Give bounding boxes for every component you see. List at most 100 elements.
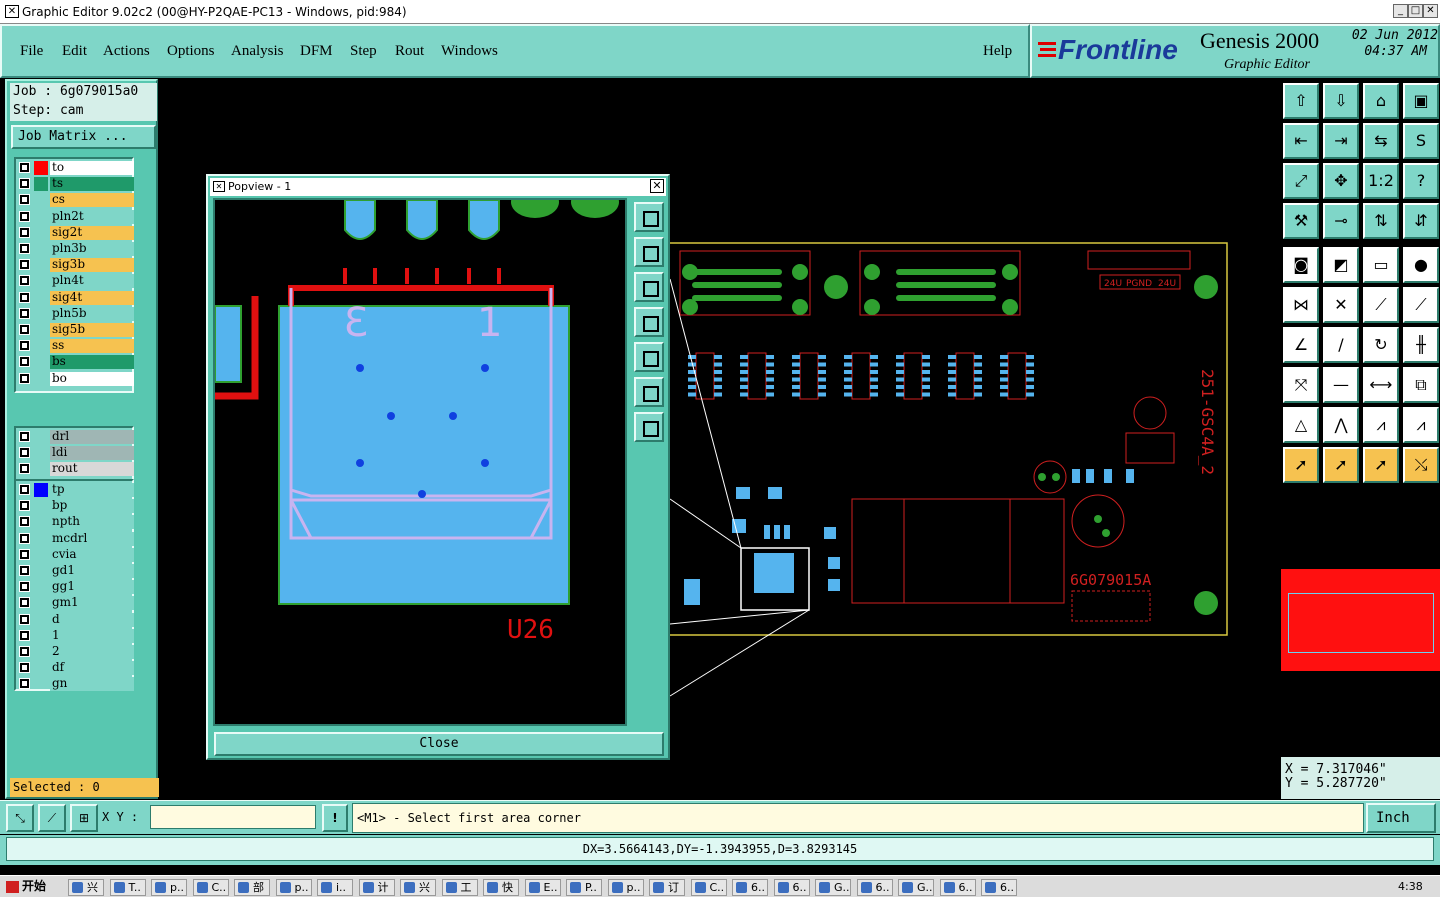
layer-row-gn[interactable]: gn [18, 677, 134, 692]
layer-color-swatch[interactable] [34, 193, 48, 207]
layer-row-sig5b[interactable]: sig5b [18, 323, 134, 337]
layer-checkbox[interactable] [19, 463, 30, 475]
layer-name[interactable]: bo [50, 371, 134, 386]
measure-mode-icon[interactable]: ⟋ [38, 804, 66, 832]
popview-right-button[interactable] [634, 342, 664, 372]
popview-left-button[interactable] [634, 307, 664, 337]
layer-row-sig2t[interactable]: sig2t [18, 225, 134, 240]
triangle-icon[interactable]: △ [1283, 407, 1319, 443]
layer-color-swatch[interactable] [34, 339, 48, 353]
menu-analysis[interactable]: Analysis [231, 43, 284, 60]
layer-row-mcdrl[interactable]: mcdrl [18, 531, 134, 546]
layer-name[interactable]: pln4t [50, 274, 134, 289]
layer-row-sig4t[interactable]: sig4t [18, 290, 134, 305]
layer-name[interactable]: d [50, 612, 134, 627]
net-icon[interactable]: ◩ [1323, 247, 1359, 283]
layer-toggle-icon[interactable]: ⇵ [1403, 203, 1439, 239]
layer-row-2[interactable]: 2 [18, 645, 134, 659]
peak-icon[interactable]: ⋀ [1323, 407, 1359, 443]
layer-color-swatch[interactable] [34, 307, 48, 321]
layer-checkbox[interactable] [19, 597, 30, 609]
swap-icon[interactable]: S [1403, 123, 1439, 159]
window-icon[interactable]: ▣ [1403, 83, 1439, 119]
layer-color-swatch[interactable] [34, 372, 48, 386]
layer-color-swatch[interactable] [34, 355, 48, 369]
layer-row-ss[interactable]: ss [18, 339, 134, 354]
layer-color-swatch[interactable] [34, 515, 48, 529]
popview-bottom-button[interactable] [634, 272, 664, 302]
layer-row-pln4t[interactable]: pln4t [18, 274, 134, 289]
layer-row-drl[interactable]: drl [18, 430, 134, 444]
parallel-icon[interactable]: ╫ [1403, 327, 1439, 363]
taskbar-task-button[interactable]: G.. [898, 879, 934, 896]
layer-row-cvia[interactable]: cvia [18, 547, 134, 562]
layer-name[interactable]: bp [50, 499, 134, 514]
layer-checkbox[interactable] [19, 662, 30, 674]
menu-dfm[interactable]: DFM [300, 43, 333, 60]
layer-color-swatch[interactable] [34, 661, 48, 675]
layer-name[interactable]: gd1 [50, 564, 134, 578]
taskbar-task-button[interactable]: i.. [317, 879, 353, 896]
layer-checkbox[interactable] [19, 291, 30, 303]
layer-color-swatch[interactable] [34, 161, 48, 175]
grid-icon[interactable]: ⊞ [70, 804, 98, 832]
measure-icon[interactable]: ⟷ [1363, 367, 1399, 403]
taskbar-task-button[interactable]: p.. [607, 879, 644, 896]
help-icon[interactable]: ? [1403, 163, 1439, 199]
layer-color-swatch[interactable] [34, 564, 48, 578]
layer-row-df[interactable]: df [18, 661, 134, 676]
layer-checkbox[interactable] [19, 581, 30, 593]
layer-name[interactable]: rout [50, 462, 134, 477]
ruler-icon[interactable]: ▭ [1363, 247, 1399, 283]
select-mode-icon[interactable]: ⤡ [6, 804, 34, 832]
layer-color-swatch[interactable] [34, 291, 48, 305]
layer-checkbox[interactable] [19, 678, 30, 690]
layer-row-bs[interactable]: bs [18, 355, 134, 370]
layer-row-ts[interactable]: ts [18, 177, 134, 192]
layer-color-swatch[interactable] [34, 629, 48, 643]
layer-row-gd1[interactable]: gd1 [18, 564, 134, 578]
menu-help[interactable]: Help [983, 43, 1012, 60]
layer-checkbox[interactable] [19, 565, 30, 576]
layer-name[interactable]: cs [50, 193, 134, 208]
pad-icon[interactable]: ◙ [1283, 247, 1319, 283]
taskbar-task-button[interactable]: C.. [690, 879, 727, 896]
apex-icon[interactable]: ⩘ [1363, 407, 1399, 443]
layer-name[interactable]: ss [50, 339, 134, 354]
layer-color-swatch[interactable] [34, 430, 48, 444]
pointer-icon[interactable]: ➚ [1283, 447, 1319, 483]
vertex-icon[interactable]: ⩘ [1403, 407, 1439, 443]
layer-name[interactable]: gg1 [50, 580, 134, 595]
taskbar-task-button[interactable]: p.. [275, 879, 312, 896]
xy-input[interactable] [150, 805, 316, 829]
layer-checkbox[interactable] [19, 447, 30, 459]
menu-edit[interactable]: Edit [62, 43, 87, 60]
stretch-pointer-icon[interactable]: ⤯ [1403, 447, 1439, 483]
taskbar-task-button[interactable]: 6.. [773, 879, 810, 896]
layer-name[interactable]: gm1 [50, 596, 134, 611]
layer-color-swatch[interactable] [34, 499, 48, 513]
start-button[interactable]: 开始 [2, 878, 52, 896]
layer-name[interactable]: cvia [50, 547, 134, 562]
layer-row-bp[interactable]: bp [18, 499, 134, 514]
home-icon[interactable]: ⌂ [1363, 83, 1399, 119]
layer-color-swatch[interactable] [34, 580, 48, 594]
popview-top-button[interactable] [634, 237, 664, 267]
layer-color-swatch[interactable] [34, 242, 48, 256]
layer-color-swatch[interactable] [34, 548, 48, 562]
layer-checkbox[interactable] [19, 243, 30, 254]
layer-name[interactable]: ts [50, 177, 134, 192]
menu-windows[interactable]: Windows [441, 43, 498, 60]
layer-color-swatch[interactable] [34, 446, 48, 460]
group-icon[interactable]: ⧉ [1403, 367, 1439, 403]
layer-row-gg1[interactable]: gg1 [18, 580, 134, 595]
layer-color-swatch[interactable] [34, 613, 48, 627]
layer-color-swatch[interactable] [34, 226, 48, 240]
layer-name[interactable]: sig5b [50, 323, 134, 337]
layer-name[interactable]: pln3b [50, 242, 134, 256]
layer-row-d[interactable]: d [18, 612, 134, 627]
layer-checkbox[interactable] [19, 500, 30, 512]
redo-icon[interactable]: ⇥ [1323, 123, 1359, 159]
taskbar-task-button[interactable]: 6.. [939, 879, 976, 896]
layer-checkbox[interactable] [19, 259, 30, 271]
